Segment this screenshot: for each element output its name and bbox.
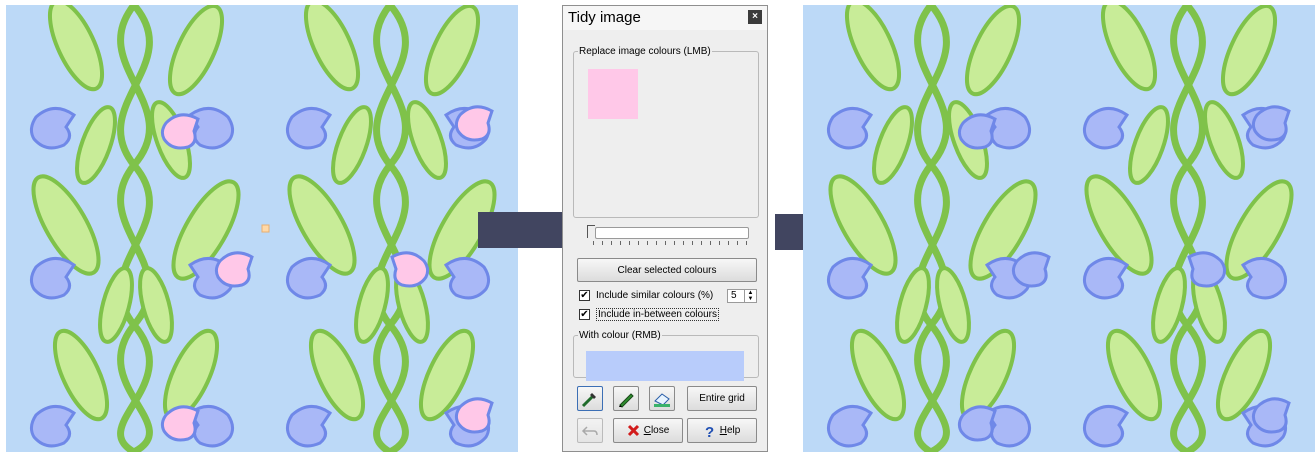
replace-colour-swatch[interactable] [588, 69, 638, 119]
undo-icon [581, 426, 598, 436]
pattern-before [6, 5, 518, 452]
clear-selected-colours-button[interactable]: Clear selected colours [577, 258, 757, 282]
with-colour-swatch[interactable] [586, 351, 744, 381]
dialog-title: Tidy image [568, 9, 641, 26]
close-button[interactable]: Close [613, 418, 683, 443]
replace-colours-group: Replace image colours (LMB) [573, 46, 759, 218]
spinner-arrows[interactable]: ▲ ▼ [744, 290, 756, 302]
slider-ticks [593, 241, 749, 245]
include-between-checkbox[interactable]: ✔ [579, 309, 590, 320]
clear-selected-colours-label: Clear selected colours [617, 264, 717, 276]
include-between-label: Include in-between colours [596, 308, 719, 321]
entire-grid-label: Entire grid [699, 393, 745, 404]
tolerance-slider-track[interactable] [595, 227, 749, 239]
colour-picker-button[interactable] [577, 386, 603, 411]
before-image[interactable] [6, 5, 518, 452]
eraser-icon [654, 393, 670, 407]
include-between-row[interactable]: ✔ Include in-between colours [579, 308, 719, 321]
with-colour-group: With colour (RMB) [573, 330, 759, 381]
colour-picker-icon [581, 393, 596, 408]
tolerance-slider-thumb[interactable] [587, 225, 595, 238]
title-bar[interactable]: Tidy image × [563, 6, 767, 30]
eraser-button[interactable] [649, 386, 675, 411]
similar-percent-spinner[interactable]: 5 ▲ ▼ [727, 289, 757, 303]
close-icon[interactable]: × [748, 10, 762, 24]
with-colour-label: With colour (RMB) [579, 330, 661, 341]
include-similar-label: Include similar colours (%) [596, 290, 714, 301]
svg-text:?: ? [705, 424, 714, 438]
pen-icon [619, 393, 634, 408]
similar-percent-value[interactable]: 5 [731, 290, 737, 301]
pen-button[interactable] [613, 386, 639, 411]
pattern-after [803, 5, 1315, 452]
include-similar-checkbox[interactable]: ✔ [579, 290, 590, 301]
question-mark-icon: ? [705, 424, 714, 438]
after-image[interactable] [803, 5, 1315, 452]
tidy-image-dialog: Tidy image × Replace image colours (LMB)… [562, 5, 768, 452]
red-x-icon [627, 424, 639, 437]
include-similar-row[interactable]: ✔ Include similar colours (%) [579, 290, 713, 301]
undo-button[interactable] [577, 418, 603, 443]
arrow-right-icon [478, 212, 564, 248]
close-label: Close [643, 425, 670, 436]
entire-grid-button[interactable]: Entire grid [687, 386, 757, 411]
help-button[interactable]: ? Help [687, 418, 757, 443]
spin-down-icon[interactable]: ▼ [748, 296, 754, 302]
help-label: Help [719, 425, 741, 436]
replace-colours-label: Replace image colours (LMB) [579, 46, 711, 57]
